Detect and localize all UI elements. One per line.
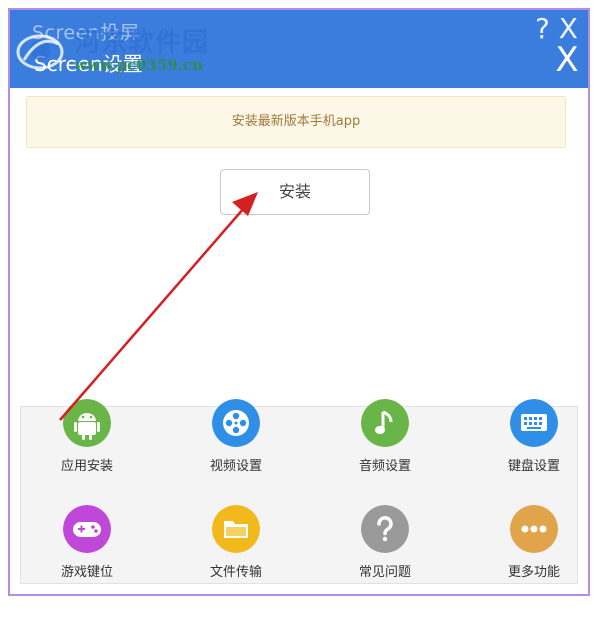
feature-label: 游戏键位 [60,565,113,580]
feature-label: 更多功能 [507,565,560,580]
music-note-icon [361,399,409,447]
update-notice: 安装最新版本手机app [26,96,566,148]
folder-icon [212,505,260,553]
close-button[interactable]: X [550,40,584,80]
feature-label: 文件传输 [209,565,262,580]
feature-label: 音频设置 [358,459,411,474]
feature-faq[interactable]: 常见问题 [325,505,445,585]
feature-keyboard-settings[interactable]: 键盘设置 [474,399,594,479]
feature-audio-settings[interactable]: 音频设置 [325,399,445,479]
background-window-title: Screen投屏 [32,22,140,44]
feature-label: 应用安装 [60,459,113,474]
gamepad-icon [63,505,111,553]
title-bar: Screen投屏 ? X Screen设置 X 河东软件园 www.pc0359… [10,10,588,88]
settings-window: Screen投屏 ? X Screen设置 X 河东软件园 www.pc0359… [8,8,590,596]
feature-label: 键盘设置 [507,459,560,474]
keyboard-icon [510,399,558,447]
install-button[interactable]: 安装 [220,169,370,215]
feature-more[interactable]: 更多功能 [474,505,594,585]
android-icon [63,399,111,447]
feature-label: 视频设置 [209,459,262,474]
feature-file-transfer[interactable]: 文件传输 [176,505,296,585]
feature-game-keys[interactable]: 游戏键位 [27,505,147,585]
feature-app-install[interactable]: 应用安装 [27,399,147,479]
feature-video-settings[interactable]: 视频设置 [176,399,296,479]
window-title: Screen设置 [34,52,143,76]
more-dots-icon [510,505,558,553]
question-icon [361,505,409,553]
film-reel-icon [212,399,260,447]
feature-panel: 应用安装 视频设置 音频设置 键盘设置 游戏键位 文件传输 常见问题 更多功能 [20,399,578,585]
feature-label: 常见问题 [358,565,411,580]
